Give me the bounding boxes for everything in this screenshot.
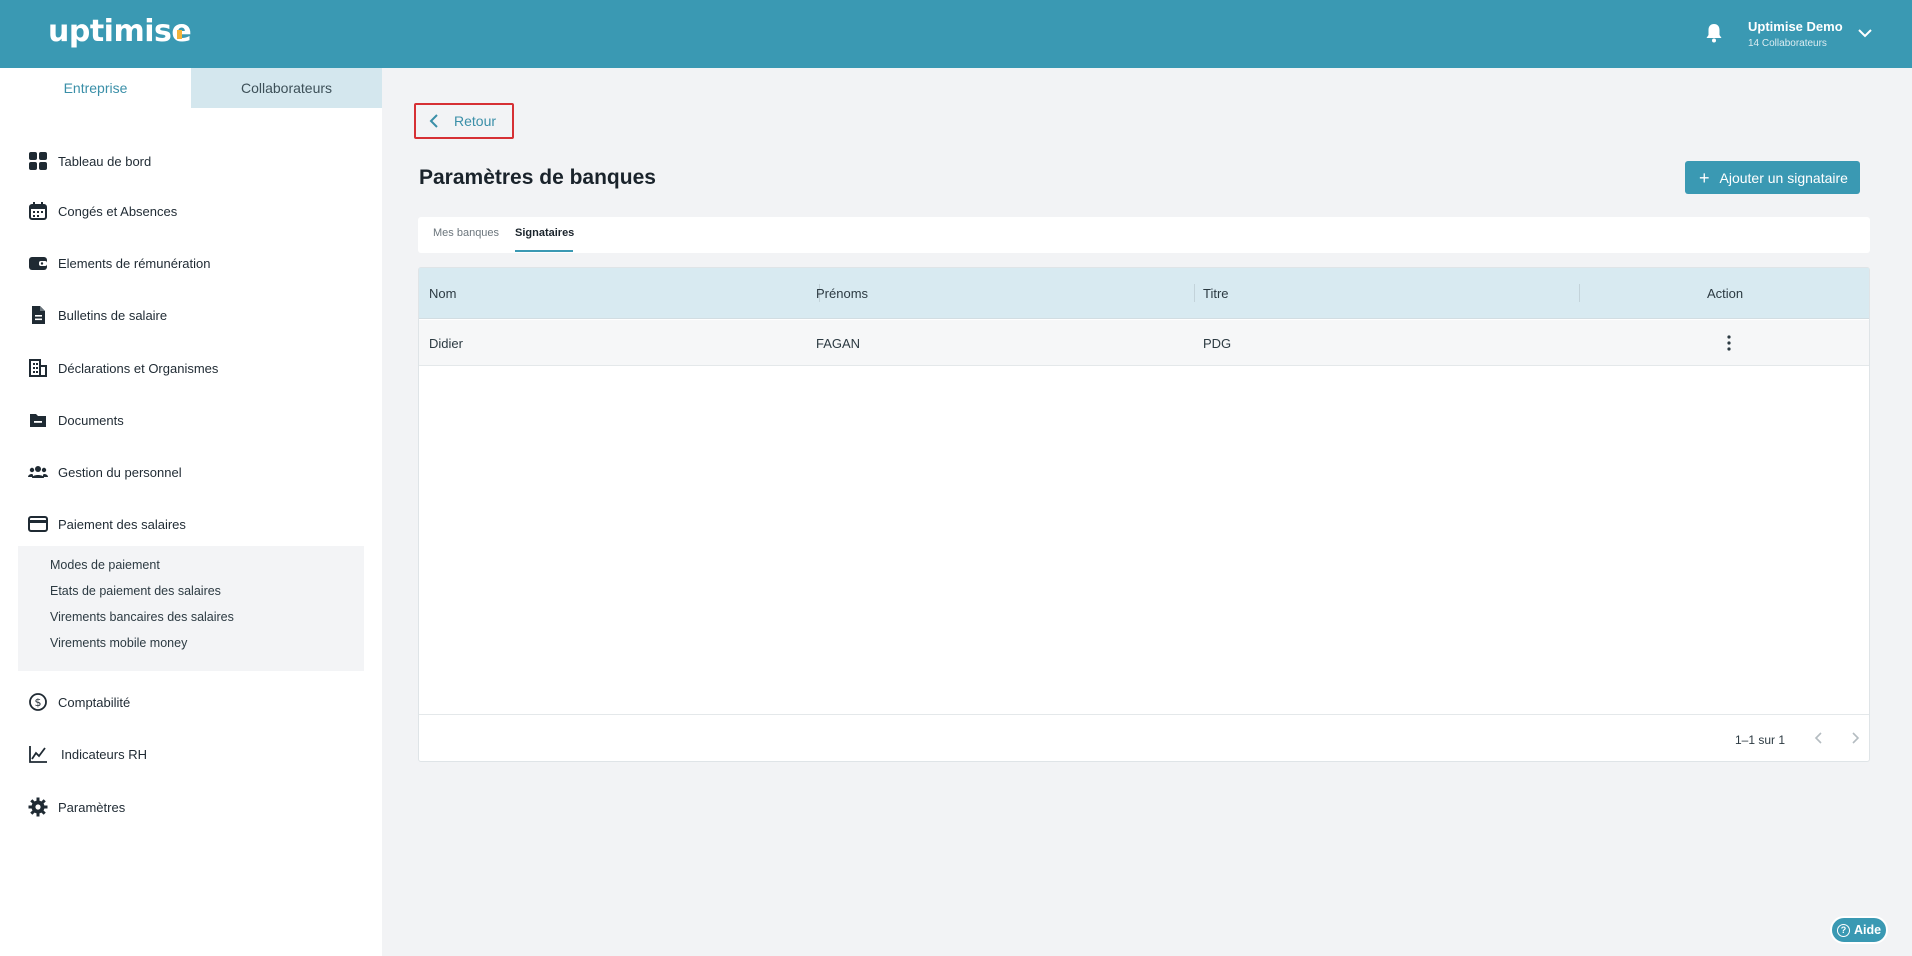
add-signatory-label: Ajouter un signataire (1719, 169, 1848, 186)
table-header: Nom Prénoms Titre Action (419, 268, 1869, 319)
sidebar-item-indicateurs-rh[interactable]: Indicateurs RH (28, 740, 147, 768)
signatories-table: Nom Prénoms Titre Action Didier FAGAN PD… (418, 267, 1870, 762)
back-button[interactable]: Retour (414, 103, 514, 139)
svg-text:$: $ (35, 696, 42, 709)
user-name[interactable]: Uptimise Demo (1748, 19, 1843, 34)
column-header-nom[interactable]: Nom (429, 286, 456, 301)
chevron-left-icon[interactable] (1811, 730, 1827, 746)
page-title: Paramètres de banques (419, 166, 656, 189)
top-bar: uptimise Uptimise Demo 14 Collaborateurs (0, 0, 1912, 68)
add-signatory-button[interactable]: + Ajouter un signataire (1685, 161, 1860, 194)
people-icon (28, 462, 48, 482)
plus-icon: + (1699, 167, 1710, 188)
pagination-text: 1–1 sur 1 (1735, 733, 1786, 747)
sidebar-item-label: Déclarations et Organismes (58, 360, 219, 376)
line-chart-icon (28, 744, 48, 764)
sidebar-item-label: Congés et Absences (58, 203, 178, 219)
help-label: Aide (1853, 923, 1882, 937)
sidebar-item-label: Bulletins de salaire (58, 307, 168, 323)
tabs-bar: Mes banques Signataires (418, 217, 1870, 253)
tab-collaborateurs[interactable]: Collaborateurs (191, 68, 382, 108)
sidebar-item-conges[interactable]: Congés et Absences (28, 197, 177, 225)
column-header-action: Action (1707, 286, 1744, 301)
submenu-item-virements-mobile[interactable]: Virements mobile money (50, 636, 187, 650)
chevron-down-icon[interactable] (1856, 24, 1874, 42)
back-label: Retour (454, 113, 497, 129)
sidebar-item-parametres[interactable]: Paramètres (28, 793, 125, 821)
sidebar-item-label: Indicateurs RH (61, 746, 147, 762)
sidebar-item-label: Documents (58, 412, 124, 428)
payment-submenu: Modes de paiement Etats de paiement des … (18, 546, 364, 671)
sidebar-item-label: Paramètres (58, 799, 126, 815)
gear-icon (28, 797, 48, 817)
sidebar-item-label: Comptabilité (58, 694, 131, 710)
sidebar-item-tableau-de-bord[interactable]: Tableau de bord (28, 147, 151, 175)
column-header-titre[interactable]: Titre (1203, 286, 1229, 301)
sidebar-item-declarations[interactable]: Déclarations et Organismes (28, 354, 218, 382)
submenu-item-etats-paiement[interactable]: Etats de paiement des salaires (50, 584, 221, 598)
more-vertical-icon[interactable] (1724, 334, 1734, 352)
tab-mes-banques[interactable]: Mes banques (433, 227, 499, 239)
sidebar-item-gestion-personnel[interactable]: Gestion du personnel (28, 458, 182, 486)
sidebar-item-bulletins[interactable]: Bulletins de salaire (28, 301, 167, 329)
sidebar-item-label: Tableau de bord (58, 153, 152, 169)
logo[interactable]: uptimise (48, 14, 192, 49)
chevron-left-icon (429, 114, 438, 128)
sidebar: Entreprise Collaborateurs Tableau de bor… (0, 68, 382, 956)
document-icon (28, 305, 48, 325)
help-button[interactable]: ? Aide (1830, 916, 1888, 944)
dashboard-grid-icon (28, 151, 48, 171)
cell-nom: Didier (429, 336, 463, 351)
tab-signataires[interactable]: Signataires (515, 227, 574, 239)
table-footer: 1–1 sur 1 (419, 714, 1869, 761)
submenu-item-modes-paiement[interactable]: Modes de paiement (50, 558, 160, 572)
tab-entreprise[interactable]: Entreprise (0, 68, 191, 108)
cell-prenoms: FAGAN (816, 336, 861, 351)
calendar-icon (28, 201, 48, 221)
user-company-count: 14 Collaborateurs (1748, 38, 1827, 49)
column-header-prenoms[interactable]: Prénoms (816, 286, 868, 301)
sidebar-item-label: Elements de rémunération (58, 255, 211, 271)
sidebar-item-paiement-salaires[interactable]: Paiement des salaires (28, 510, 186, 538)
submenu-item-virements-bancaires[interactable]: Virements bancaires des salaires (50, 610, 234, 624)
column-separator (1579, 284, 1580, 302)
building-icon (28, 358, 48, 378)
sidebar-item-comptabilite[interactable]: $ Comptabilité (28, 688, 130, 716)
sidebar-item-label: Paiement des salaires (58, 516, 186, 532)
sidebar-item-remuneration[interactable]: Elements de rémunération (28, 249, 210, 277)
cell-titre: PDG (1203, 336, 1232, 351)
logo-accent (177, 30, 182, 39)
table-row[interactable]: Didier FAGAN PDG (419, 320, 1869, 366)
sidebar-item-documents[interactable]: Documents (28, 406, 124, 434)
chevron-right-icon[interactable] (1847, 730, 1863, 746)
folder-icon (28, 410, 48, 430)
sidebar-item-label: Gestion du personnel (58, 464, 182, 480)
column-separator (1194, 284, 1195, 302)
help-icon: ? (1836, 923, 1850, 937)
wallet-icon (28, 253, 48, 273)
active-tab-indicator (515, 250, 573, 252)
credit-card-icon (28, 514, 48, 534)
dollar-circle-icon: $ (28, 692, 48, 712)
bell-icon[interactable] (1704, 22, 1724, 44)
